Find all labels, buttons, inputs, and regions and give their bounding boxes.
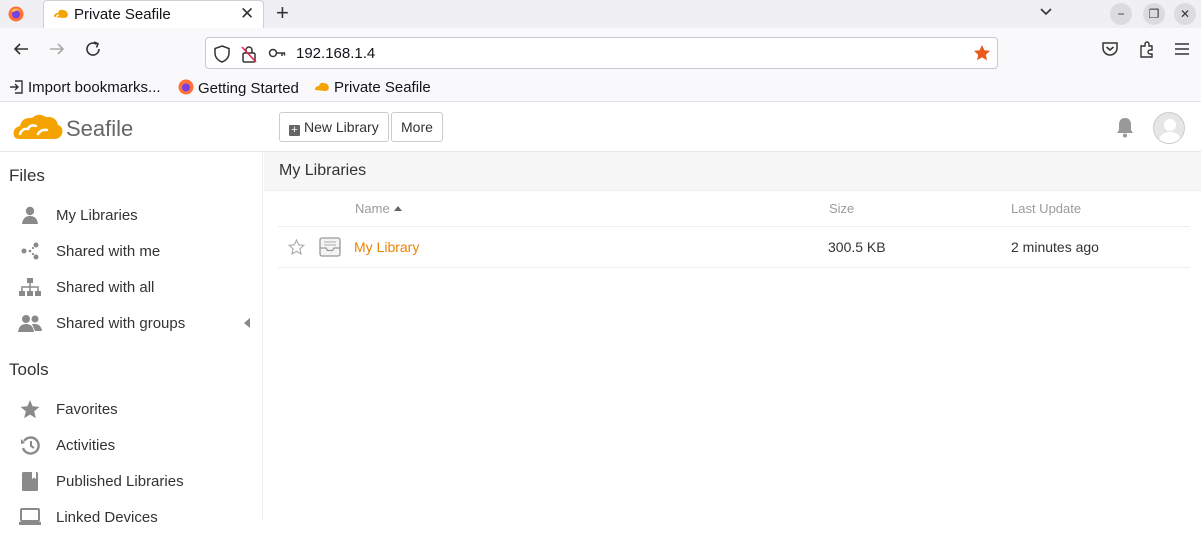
pocket-icon[interactable]: [1101, 40, 1119, 63]
bookmark-getting-started[interactable]: Getting Started: [178, 79, 299, 97]
new-tab-icon[interactable]: +: [276, 0, 289, 26]
sidebar-item-activities[interactable]: Activities: [16, 429, 256, 461]
more-button[interactable]: More: [391, 112, 443, 142]
minimize-window-icon[interactable]: −: [1110, 3, 1132, 25]
address-bar[interactable]: 192.168.1.4: [205, 37, 998, 69]
browser-navbar: 192.168.1.4: [0, 28, 1201, 72]
column-size-header[interactable]: Size: [829, 201, 854, 216]
caret-left-icon[interactable]: [244, 318, 250, 328]
new-library-label: New Library: [304, 119, 379, 135]
bookmark-import[interactable]: Import bookmarks...: [9, 79, 161, 96]
library-size: 300.5 KB: [828, 239, 886, 255]
user-avatar[interactable]: [1153, 112, 1185, 144]
list-all-tabs-icon[interactable]: [1038, 3, 1054, 24]
sidebar: Files My Libraries Shared with me Shared…: [0, 152, 263, 526]
back-icon[interactable]: [12, 40, 30, 63]
seafile-favicon-icon: [53, 7, 69, 26]
column-name-header[interactable]: Name: [355, 201, 402, 216]
library-name-link[interactable]: My Library: [354, 239, 419, 255]
tab-title: Private Seafile: [74, 6, 171, 23]
library-icon: [319, 237, 341, 262]
menu-icon[interactable]: [1174, 40, 1190, 63]
main-content: My Libraries Name Size Last Update My Li…: [264, 152, 1201, 521]
history-icon: [18, 436, 42, 455]
forward-icon[interactable]: [48, 40, 66, 63]
tools-heading: Tools: [9, 360, 49, 379]
bookmark-private-seafile[interactable]: Private Seafile: [314, 79, 431, 96]
bookmark-label: Getting Started: [198, 80, 299, 97]
url-text: 192.168.1.4: [296, 45, 376, 62]
group-icon: [18, 314, 42, 332]
notification-bell-icon[interactable]: [1115, 116, 1135, 143]
sort-up-icon: [393, 206, 402, 211]
reload-icon[interactable]: [84, 40, 102, 63]
laptop-icon: [18, 508, 42, 526]
browser-tab[interactable]: Private Seafile ✕: [43, 0, 264, 28]
sidebar-item-label: Linked Devices: [56, 509, 158, 526]
column-label: Name: [355, 201, 390, 216]
sidebar-item-label: Activities: [56, 437, 116, 454]
main-title-bar: My Libraries: [264, 152, 1201, 191]
plus-square-icon: +: [289, 125, 300, 136]
close-tab-icon[interactable]: ✕: [240, 4, 254, 24]
firefox-icon: [178, 79, 194, 95]
insecure-lock-icon[interactable]: [241, 45, 257, 68]
restore-window-icon[interactable]: ❐: [1143, 3, 1165, 25]
book-icon: [18, 472, 42, 491]
column-last-update-header[interactable]: Last Update: [1011, 201, 1081, 216]
sidebar-item-label: Shared with groups: [56, 315, 186, 332]
sidebar-item-label: Shared with all: [56, 279, 155, 296]
sidebar-item-shared-with-all[interactable]: Shared with all: [16, 271, 256, 303]
page-title: My Libraries: [279, 162, 367, 179]
import-icon: [10, 80, 23, 94]
files-heading: Files: [9, 166, 45, 185]
bookmark-label: Import bookmarks...: [28, 79, 161, 96]
sidebar-item-label: My Libraries: [56, 207, 138, 224]
sitemap-icon: [18, 278, 42, 296]
share-icon: [18, 242, 42, 260]
table-row[interactable]: My Library 300.5 KB 2 minutes ago: [278, 228, 1190, 268]
seafile-logo-icon[interactable]: [12, 112, 64, 149]
sidebar-item-shared-with-groups[interactable]: Shared with groups: [16, 307, 256, 339]
sidebar-item-my-libraries[interactable]: My Libraries: [16, 199, 256, 231]
sidebar-item-linked-devices[interactable]: Linked Devices: [16, 501, 256, 533]
user-icon: [18, 206, 42, 224]
new-library-button[interactable]: + New Library: [279, 112, 389, 142]
key-icon[interactable]: [268, 45, 286, 66]
sidebar-item-published-libraries[interactable]: Published Libraries: [16, 465, 256, 497]
star-outline-icon[interactable]: [287, 238, 306, 260]
more-label: More: [401, 119, 433, 135]
shield-icon[interactable]: [214, 45, 230, 68]
bookmarks-toolbar: Import bookmarks... Getting Started Priv…: [0, 72, 1201, 102]
star-icon: [18, 400, 42, 419]
bookmark-star-icon[interactable]: [973, 44, 991, 67]
sidebar-item-label: Published Libraries: [56, 473, 184, 490]
sidebar-item-label: Favorites: [56, 401, 118, 418]
extensions-icon[interactable]: [1138, 40, 1156, 63]
sidebar-item-shared-with-me[interactable]: Shared with me: [16, 235, 256, 267]
table-header: Name Size Last Update: [278, 192, 1190, 227]
close-window-icon[interactable]: ✕: [1174, 3, 1196, 25]
library-last-update: 2 minutes ago: [1011, 239, 1099, 255]
sidebar-item-label: Shared with me: [56, 243, 161, 260]
browser-tabstrip: Private Seafile ✕ + − ❐ ✕: [0, 0, 1201, 28]
firefox-icon[interactable]: [8, 6, 24, 22]
seafile-favicon-icon: [315, 82, 329, 91]
sidebar-item-favorites[interactable]: Favorites: [16, 393, 256, 425]
app-header: Seafile + New Library More: [0, 103, 1201, 152]
logo-text: Seafile: [66, 116, 134, 141]
bookmark-label: Private Seafile: [334, 79, 431, 96]
